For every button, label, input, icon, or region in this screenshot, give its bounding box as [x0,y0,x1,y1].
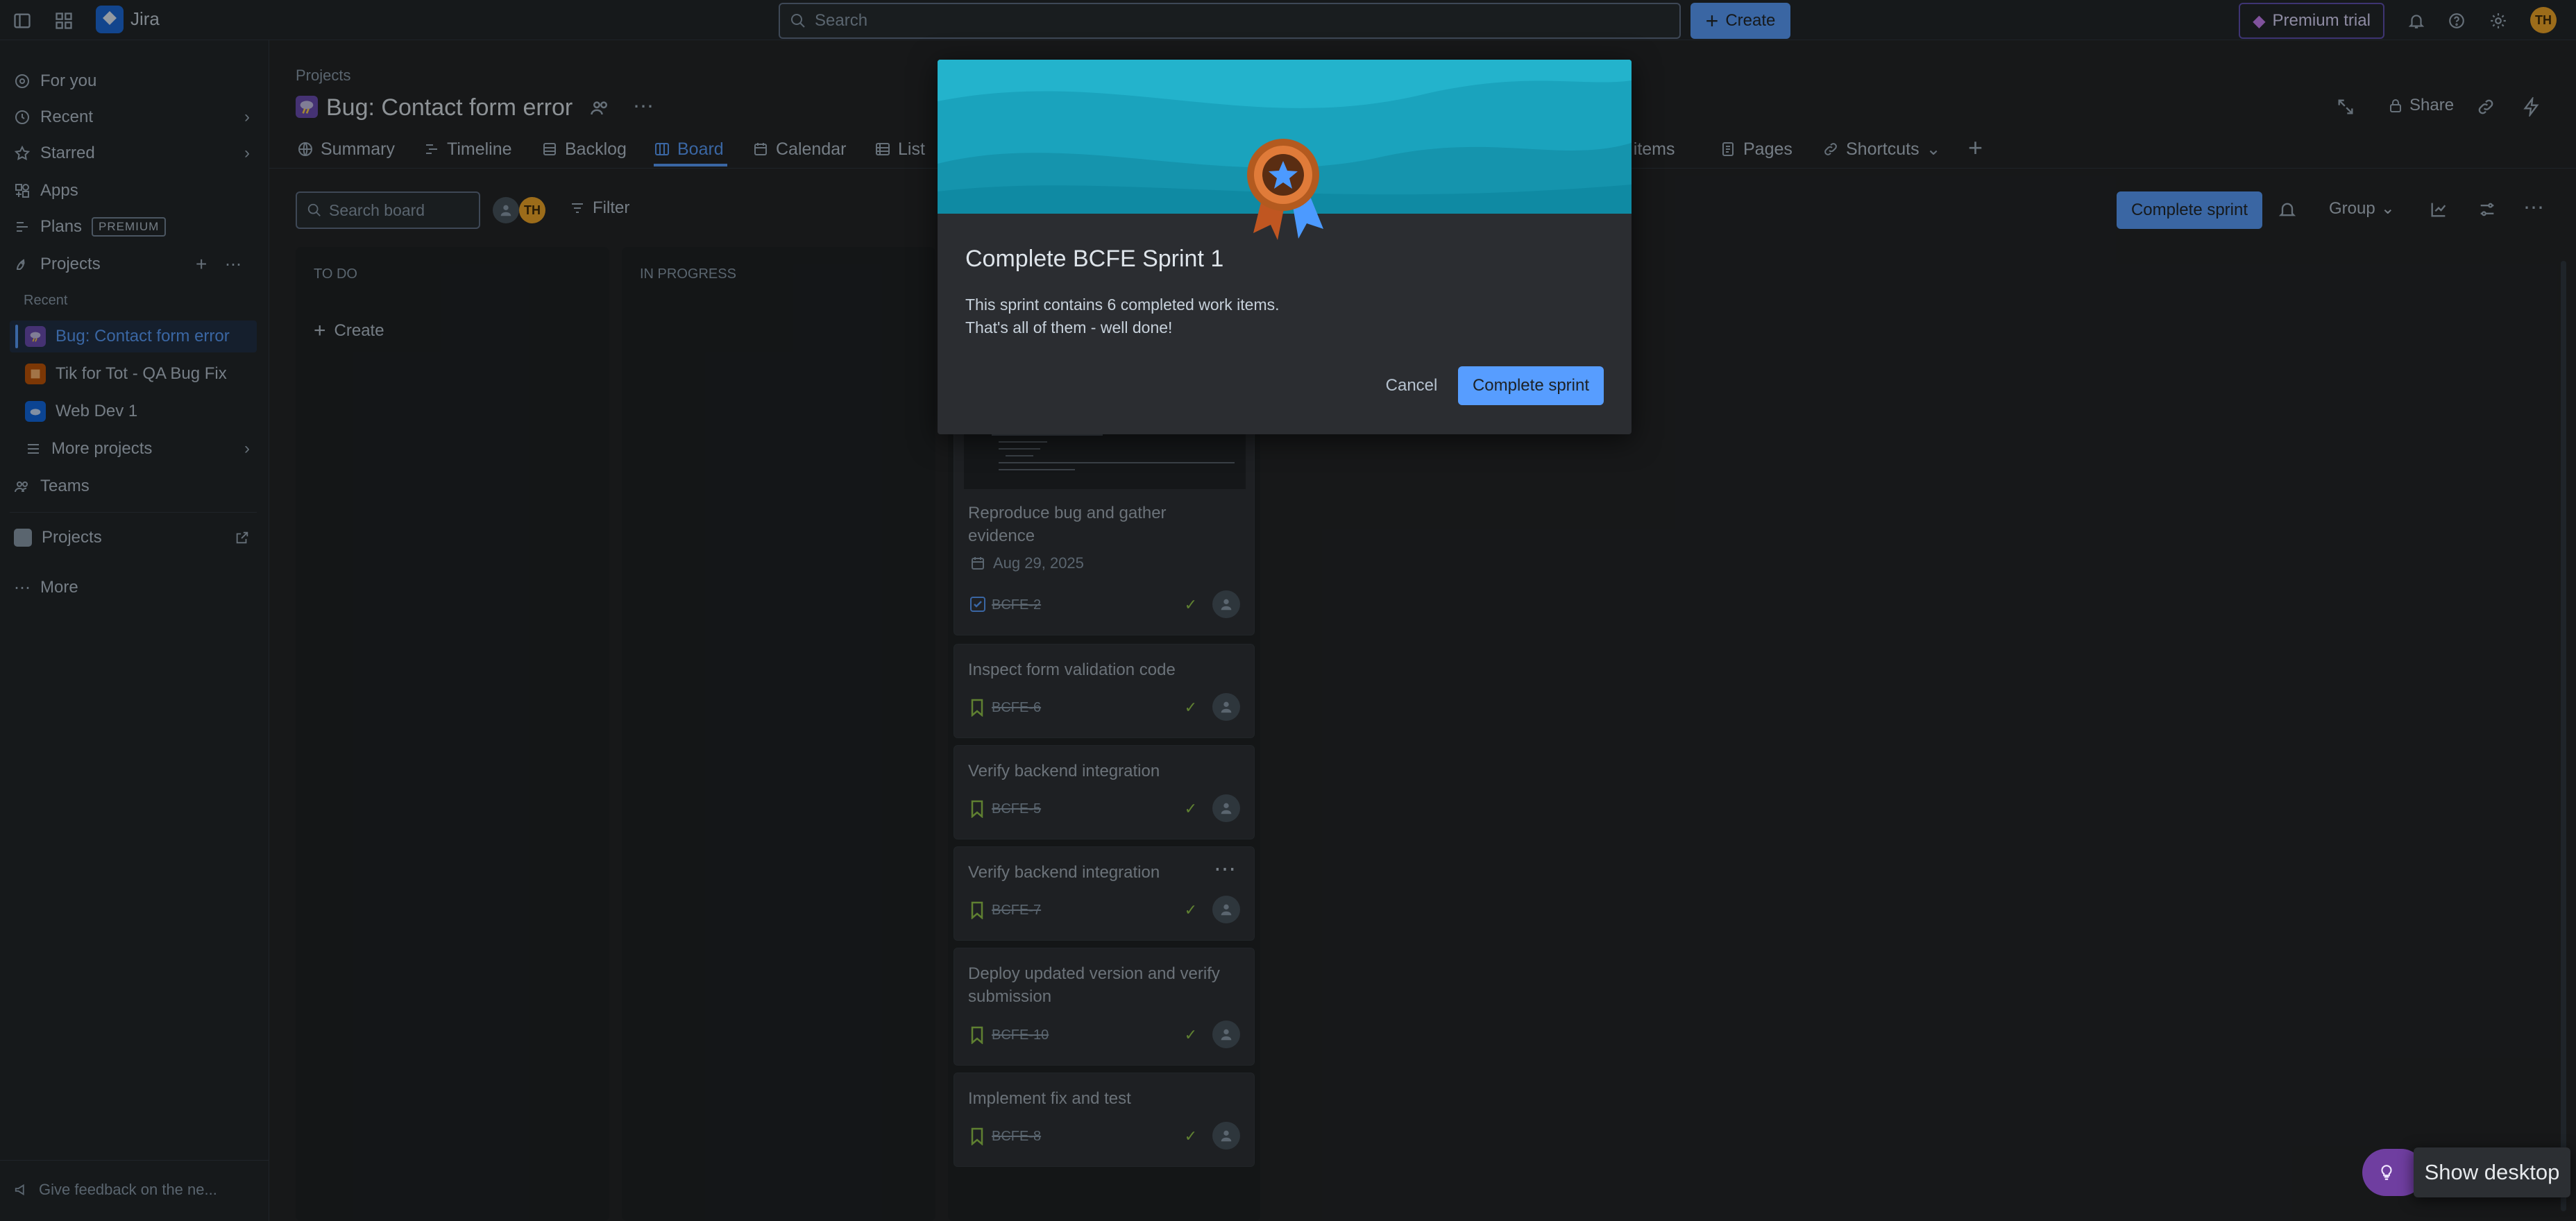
dialog-message-line1: This sprint contains 6 completed work it… [965,296,1280,314]
show-desktop-tooltip: Show desktop [2414,1147,2570,1197]
cancel-button[interactable]: Cancel [1373,366,1450,405]
complete-sprint-dialog: Complete BCFE Sprint 1 This sprint conta… [938,60,1632,434]
dialog-message-line2: That's all of them - well done! [965,318,1173,336]
lightbulb-icon [2378,1163,2396,1181]
award-medal-icon [1243,136,1326,240]
dialog-title: Complete BCFE Sprint 1 [965,246,1224,272]
complete-sprint-button[interactable]: Complete sprint [1458,366,1604,405]
